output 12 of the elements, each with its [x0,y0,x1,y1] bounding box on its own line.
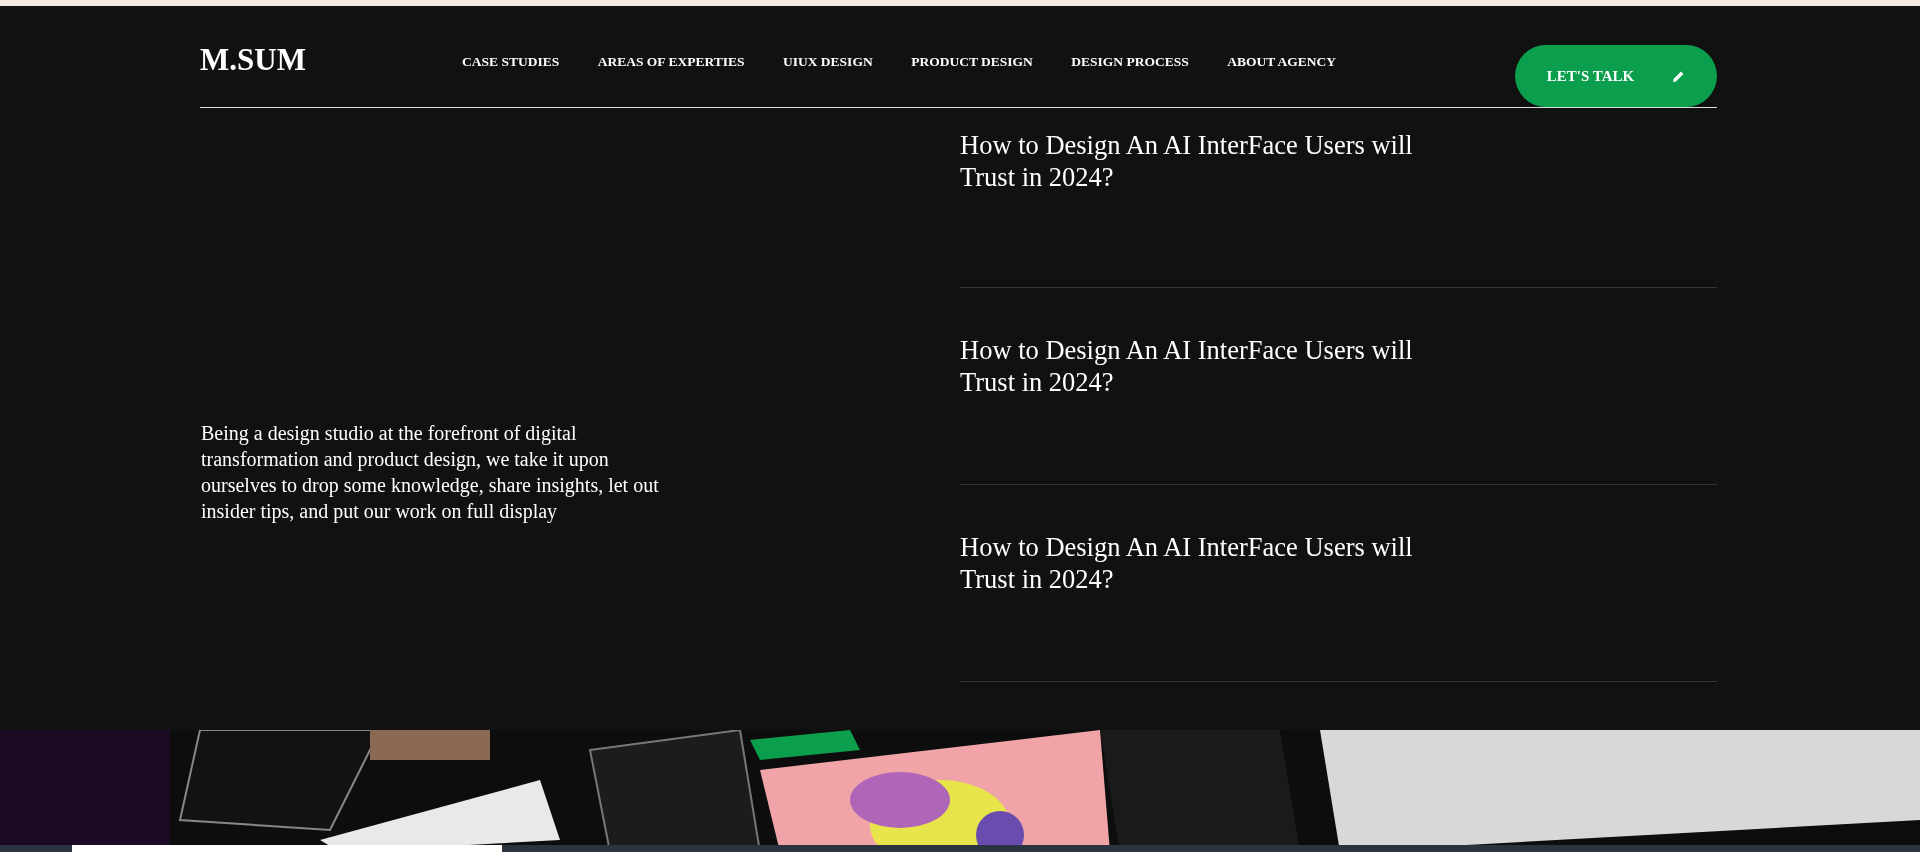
nav-link[interactable]: ABOUT AGENCY [1227,52,1337,73]
nav-link[interactable]: UIUX DESIGN [783,52,873,73]
intro-paragraph: Being a design studio at the forefront of digital transformation and product design, we take it upon ourselves to drop some knowledge, share insights, let out insider tips, and put our work on full display [200,421,660,525]
article-title[interactable]: How to Design An AI InterFace Users will Trust in 2024? [960,485,1440,596]
nav-link[interactable]: CASE STUDIES [462,52,560,73]
nav-link[interactable]: PRODUCT DESIGN [911,52,1033,73]
pencil-icon [1672,69,1686,83]
nav-link[interactable]: DESIGN PROCESS [1071,52,1189,73]
article-title[interactable]: How to Design An AI InterFace Users will Trust in 2024? [960,108,1440,194]
nav-link[interactable]: AREAS OF EXPERTIES [597,52,745,73]
article-title[interactable]: How to Design An AI InterFace Users will Trust in 2024? [960,288,1440,399]
logo[interactable]: M.SUM [200,44,462,75]
